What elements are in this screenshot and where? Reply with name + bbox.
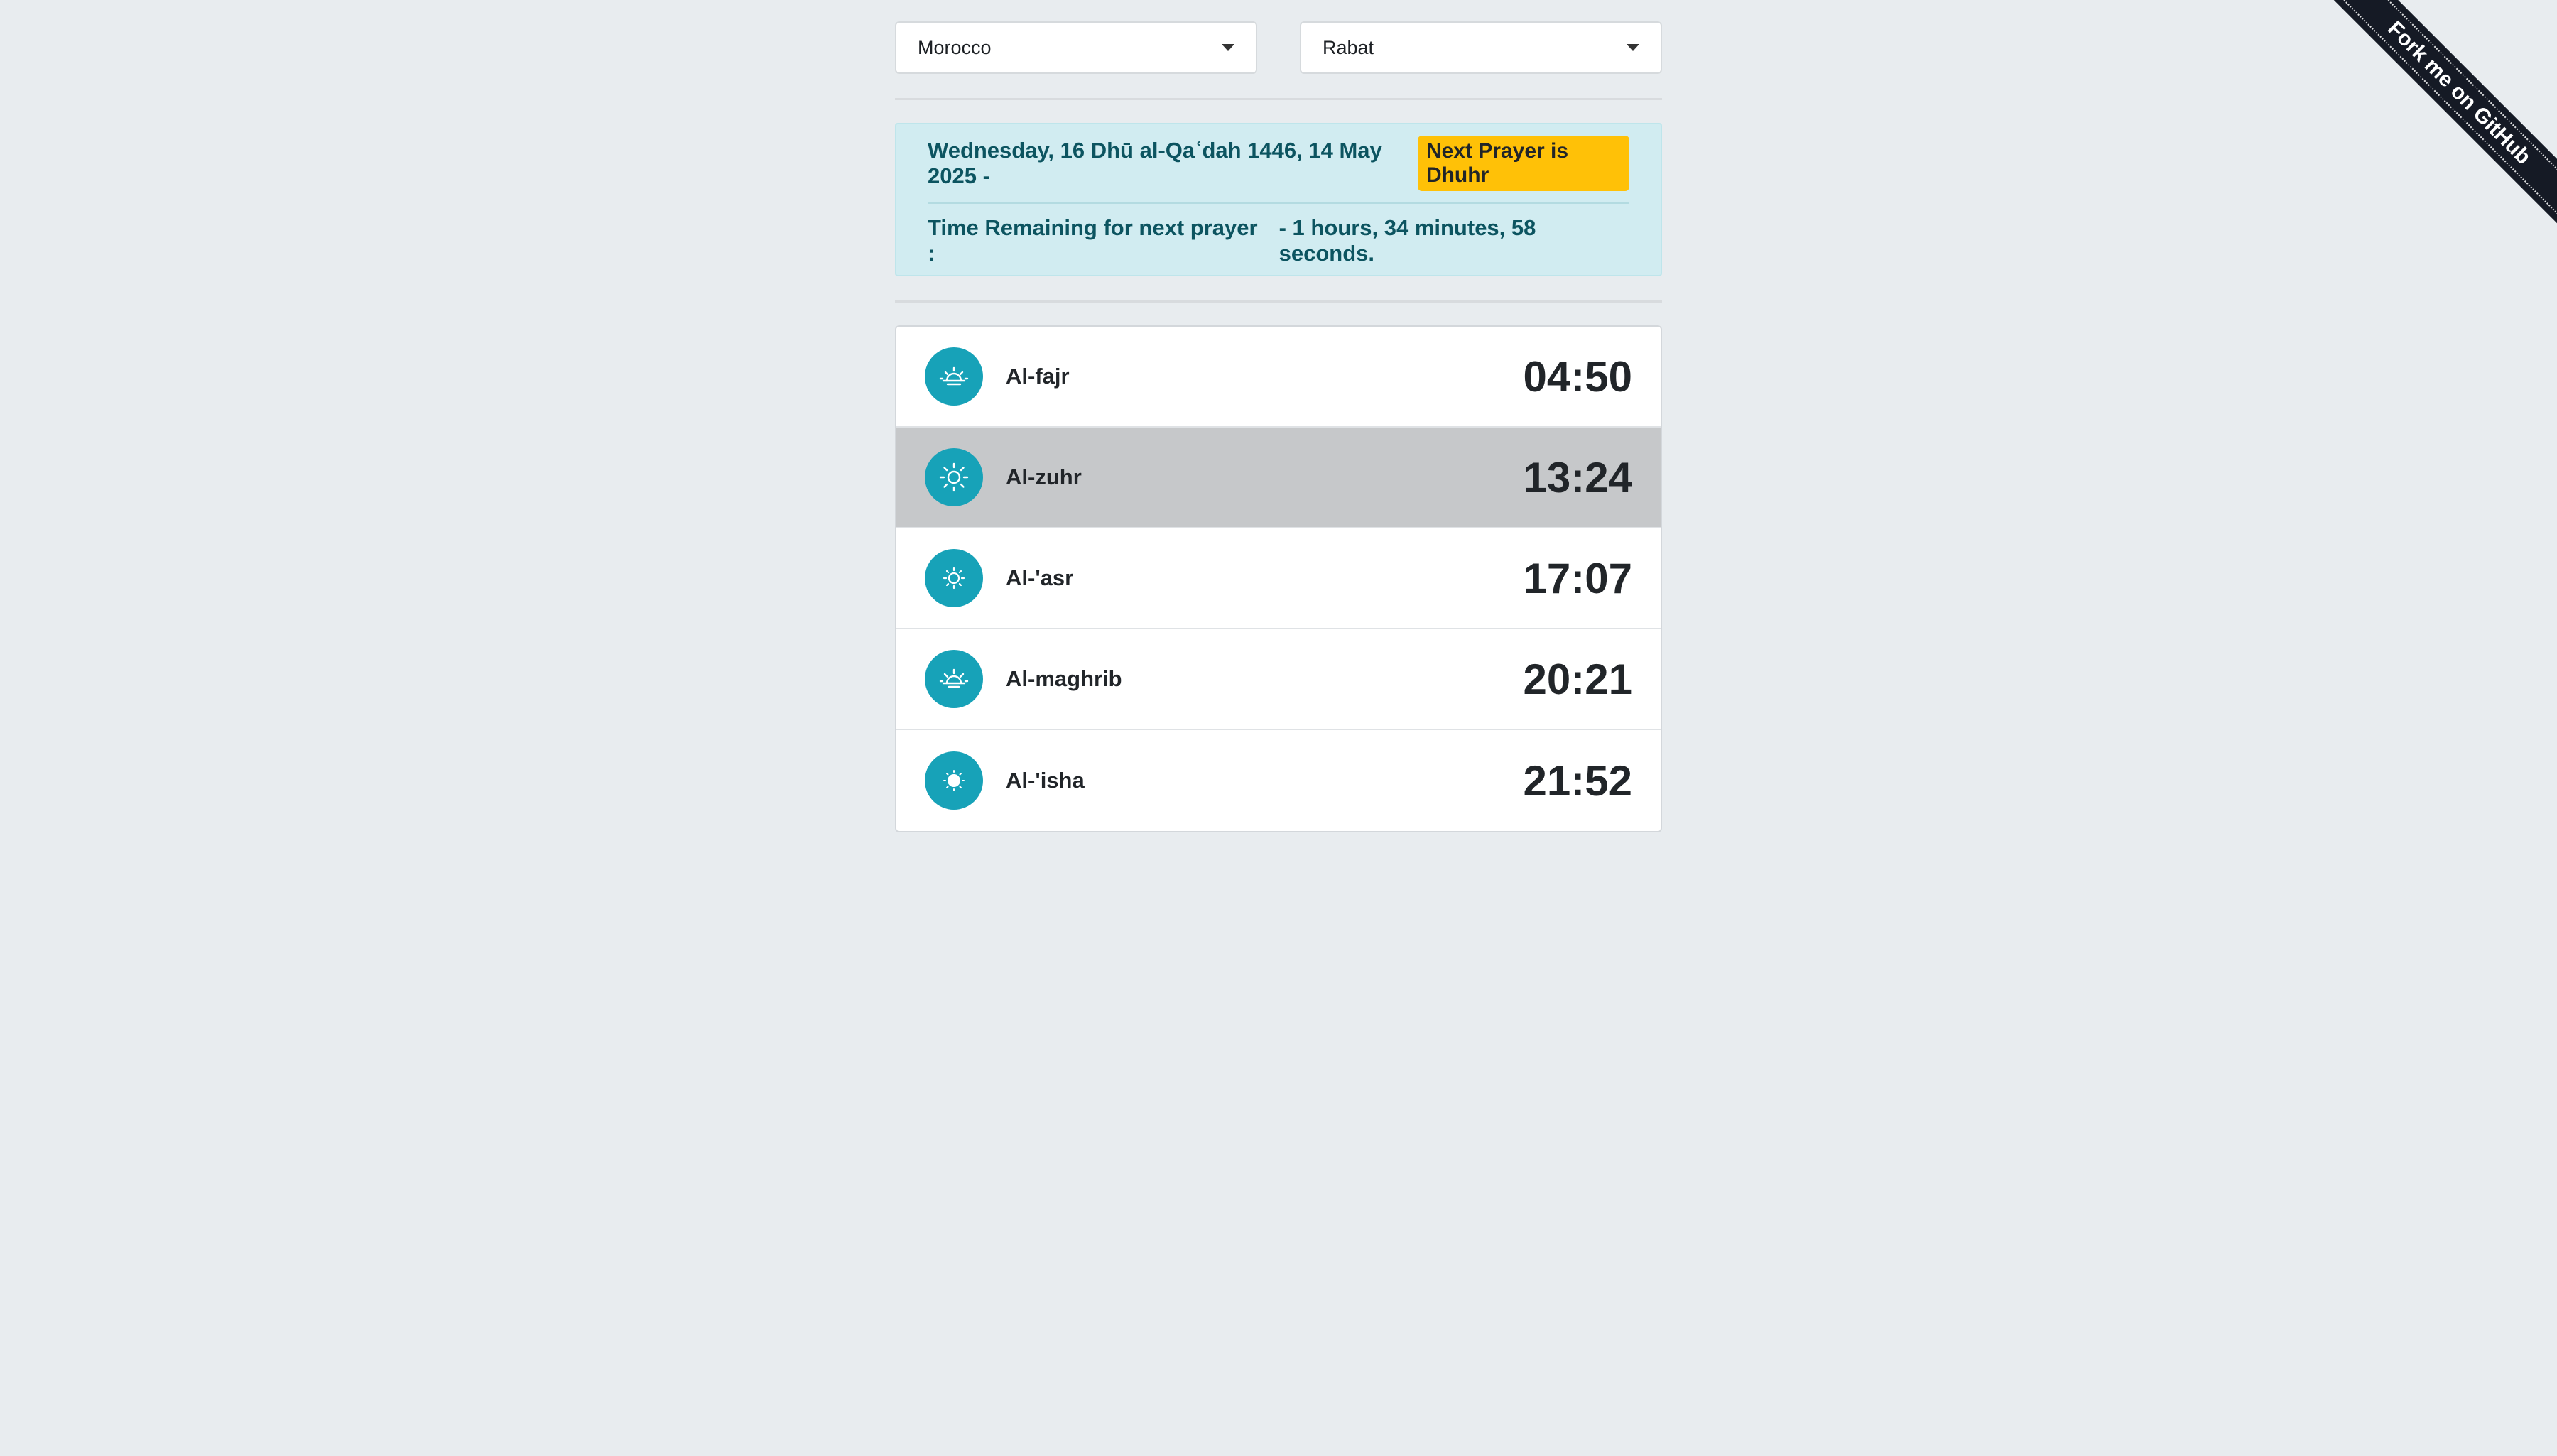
prayer-time: 13:24 xyxy=(1523,453,1632,501)
prayer-time: 17:07 xyxy=(1523,554,1632,602)
next-prayer-badge: Next Prayer is Dhuhr xyxy=(1417,136,1629,191)
city-select[interactable]: Rabat xyxy=(1300,21,1662,74)
moon-sun-icon xyxy=(925,751,983,810)
prayer-time: 04:50 xyxy=(1523,352,1632,401)
prayer-name: Al-'asr xyxy=(1006,565,1074,590)
prayer-item-zuhr: Al-zuhr 13:24 xyxy=(896,428,1661,528)
chevron-down-icon xyxy=(1627,44,1639,51)
sunrise-icon xyxy=(925,347,983,406)
prayer-name: Al-'isha xyxy=(1006,768,1085,793)
sun-icon xyxy=(925,448,983,506)
divider xyxy=(895,98,1662,100)
remaining-line: Time Remaining for next prayer : - 1 hou… xyxy=(928,204,1629,278)
page: Morocco Rabat Wednesday, 16 Dhū al-Qaʿda… xyxy=(0,0,2557,1456)
prayer-name: Al-maghrib xyxy=(1006,666,1122,691)
city-select-value: Rabat xyxy=(1323,36,1374,58)
prayer-time: 20:21 xyxy=(1523,655,1632,703)
country-select[interactable]: Morocco xyxy=(895,21,1257,74)
prayer-list: Al-fajr 04:50 Al-zuhr 13:24 Al-'asr 17:0… xyxy=(895,325,1662,832)
date-line: Wednesday, 16 Dhū al-Qaʿdah 1446, 14 May… xyxy=(928,124,1629,204)
divider xyxy=(895,300,1662,303)
prayer-item-fajr: Al-fajr 04:50 xyxy=(896,327,1661,428)
main-container: Morocco Rabat Wednesday, 16 Dhū al-Qaʿda… xyxy=(895,21,1662,832)
prayer-time: 21:52 xyxy=(1523,756,1632,805)
sunset-icon xyxy=(925,650,983,708)
country-select-value: Morocco xyxy=(918,36,992,58)
prayer-name: Al-zuhr xyxy=(1006,464,1082,489)
prayer-item-isha: Al-'isha 21:52 xyxy=(896,730,1661,831)
prayer-item-asr: Al-'asr 17:07 xyxy=(896,528,1661,629)
date-text: Wednesday, 16 Dhū al-Qaʿdah 1446, 14 May… xyxy=(928,138,1382,188)
fork-on-github-link[interactable]: Fork me on GitHub xyxy=(2316,0,2557,239)
prayer-item-maghrib: Al-maghrib 20:21 xyxy=(896,629,1661,730)
chevron-down-icon xyxy=(1222,44,1234,51)
remaining-value: - 1 hours, 34 minutes, 58 seconds. xyxy=(1278,215,1536,266)
location-selects: Morocco Rabat xyxy=(895,21,1662,74)
prayer-name: Al-fajr xyxy=(1006,364,1070,389)
info-alert: Wednesday, 16 Dhū al-Qaʿdah 1446, 14 May… xyxy=(895,123,1662,276)
sun-small-icon xyxy=(925,549,983,607)
remaining-label: Time Remaining for next prayer : xyxy=(928,215,1258,266)
github-ribbon-wrap: Fork me on GitHub xyxy=(2316,0,2557,241)
